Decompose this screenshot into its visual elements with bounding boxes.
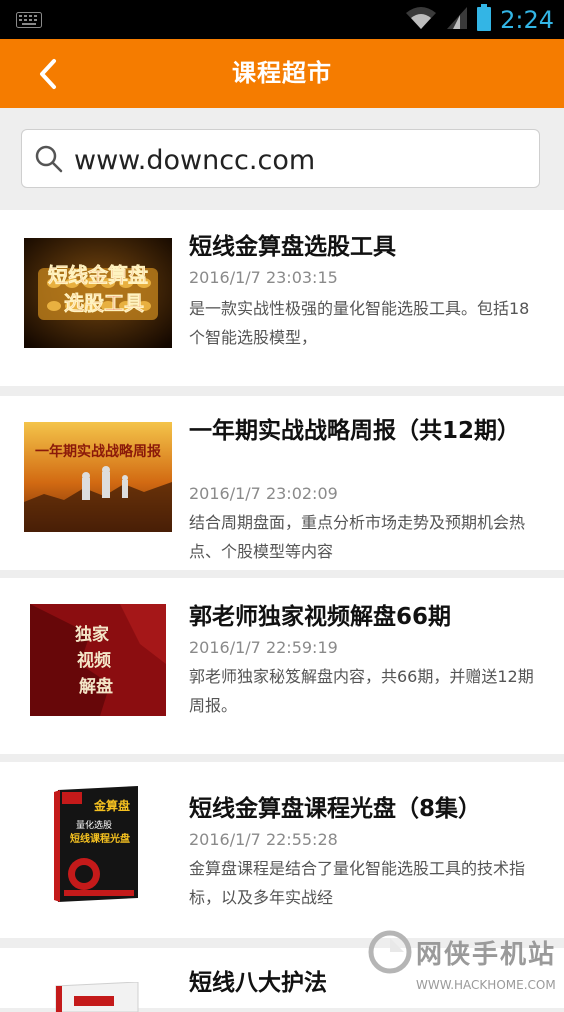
course-thumbnail: 金算盘 量化选股 短线课程光盘 bbox=[54, 786, 142, 902]
thumb-caption: 短线金算盘 bbox=[48, 263, 148, 287]
course-thumbnail: 独家 视频 解盘 bbox=[30, 604, 166, 716]
page-title: 课程超市 bbox=[232, 59, 332, 87]
course-thumbnail bbox=[54, 982, 142, 1012]
thumb-caption: 独家 bbox=[75, 624, 109, 645]
course-date: 2016/1/7 22:59:19 bbox=[189, 638, 338, 657]
course-description: 金算盘课程是结合了量化智能选股工具的技术指标，以及多年实战经 bbox=[189, 859, 526, 907]
thumb-caption: 量化选股 bbox=[76, 819, 112, 831]
list-item[interactable]: 短线金算盘 选股工具 短线金算盘选股工具 2016/1/7 23:03:15 是… bbox=[0, 210, 564, 386]
signal-icon bbox=[446, 5, 468, 35]
course-date: 2016/1/7 23:02:09 bbox=[189, 484, 338, 503]
search-input[interactable] bbox=[72, 138, 526, 182]
search-icon bbox=[35, 145, 63, 173]
keyboard-icon bbox=[16, 12, 42, 32]
list-item[interactable]: 一年期实战战略周报 一年期实战战略周报（共12期） 2016/1/7 23:02… bbox=[0, 396, 564, 570]
course-thumbnail: 短线金算盘 选股工具 bbox=[24, 238, 172, 348]
course-title: 郭老师独家视频解盘66期 bbox=[189, 604, 452, 630]
app-header: 课程超市 bbox=[0, 39, 564, 108]
thumb-caption: 解盘 bbox=[79, 676, 113, 697]
watermark-url: WWW.HACKHOME.COM bbox=[416, 978, 556, 992]
course-thumbnail: 一年期实战战略周报 bbox=[24, 422, 172, 532]
thumb-caption: 视频 bbox=[77, 650, 111, 671]
thumb-caption: 一年期实战战略周报 bbox=[35, 443, 161, 460]
search-area bbox=[0, 108, 564, 210]
thumb-caption: 金算盘 bbox=[93, 798, 130, 813]
list-item[interactable]: 独家 视频 解盘 郭老师独家视频解盘66期 2016/1/7 22:59:19 … bbox=[0, 578, 564, 754]
course-description: 郭老师独家秘笈解盘内容，共66期，并赠送12期周报。 bbox=[189, 667, 534, 715]
search-box[interactable] bbox=[21, 129, 540, 188]
course-title: 短线金算盘选股工具 bbox=[189, 234, 396, 260]
wifi-icon bbox=[404, 5, 438, 35]
course-description: 结合周期盘面，重点分析市场走势及预期机会热点、个股模型等内容 bbox=[189, 513, 526, 561]
watermark-text: 网侠手机站 bbox=[416, 940, 557, 970]
course-date: 2016/1/7 23:03:15 bbox=[189, 268, 338, 287]
course-description: 是一款实战性极强的量化智能选股工具。包括18个智能选股模型， bbox=[189, 299, 530, 347]
list-item[interactable]: 金算盘 量化选股 短线课程光盘 短线金算盘课程光盘（8集） 2016/1/7 2… bbox=[0, 762, 564, 938]
watermark-logo-icon bbox=[368, 930, 412, 974]
course-title: 一年期实战战略周报（共12期） bbox=[189, 418, 521, 444]
course-title: 短线金算盘课程光盘（8集） bbox=[189, 796, 482, 822]
battery-icon bbox=[476, 3, 492, 36]
status-bar: 2:24 bbox=[0, 0, 564, 39]
thumb-caption: 短线课程光盘 bbox=[70, 832, 130, 845]
course-date: 2016/1/7 22:55:28 bbox=[189, 830, 338, 849]
thumb-caption: 选股工具 bbox=[64, 291, 144, 315]
clock: 2:24 bbox=[500, 5, 554, 34]
watermark: 网侠手机站 WWW.HACKHOME.COM bbox=[368, 928, 558, 1000]
